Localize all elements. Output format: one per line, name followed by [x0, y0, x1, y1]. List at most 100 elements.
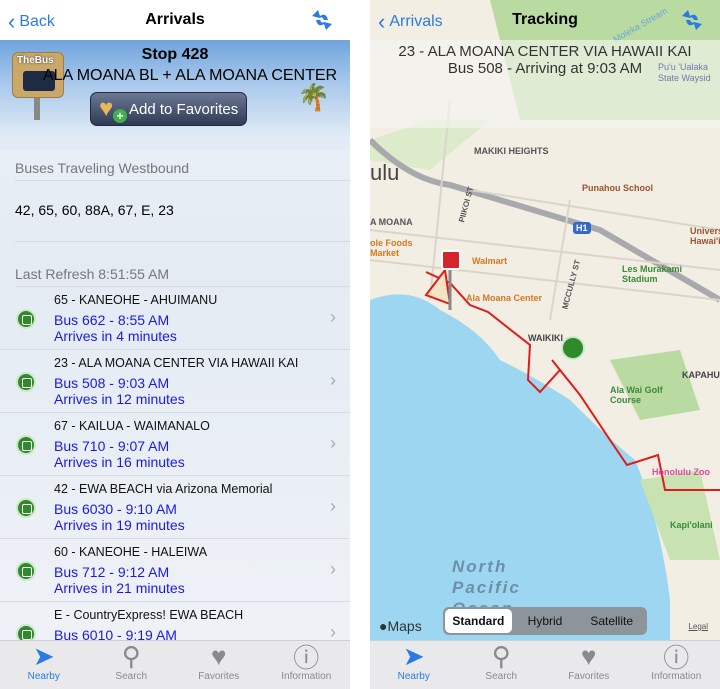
map-type-standard[interactable]: Standard [445, 609, 512, 633]
nav-bar: ‹ Back Arrivals [0, 0, 350, 40]
arrival-row[interactable]: 65 - KANEOHE - AHUIMANU Bus 662 - 8:55 A… [0, 287, 350, 350]
tracking-info: 23 - ALA MOANA CENTER VIA HAWAII KAI Bus… [370, 40, 720, 128]
refresh-icon[interactable] [308, 6, 336, 34]
arrival-row[interactable]: 42 - EWA BEACH via Arizona Memorial Bus … [0, 476, 350, 539]
bus-icon [16, 435, 36, 455]
arrival-row[interactable]: 67 - KAILUA - WAIMANALO Bus 710 - 9:07 A… [0, 413, 350, 476]
heart-icon: ♥ [211, 640, 227, 671]
bus-location-marker-icon[interactable] [561, 336, 585, 360]
tab-search[interactable]: ⚲ Search [458, 641, 546, 689]
back-button[interactable]: ‹ Back [8, 9, 55, 35]
tab-information[interactable]: ⓘ Information [263, 641, 351, 689]
map-label: Punahou School [582, 183, 653, 193]
legal-link[interactable]: Legal [688, 622, 708, 631]
map-type-selector: Standard Hybrid Satellite [443, 607, 647, 635]
tab-label: Favorites [198, 671, 240, 682]
tab-favorites[interactable]: ♥ Favorites [175, 641, 263, 689]
map-label: Kapi'olani [670, 520, 713, 530]
back-label: Back [19, 13, 55, 30]
map-label: MAKIKI HEIGHTS [474, 146, 549, 156]
arrival-bus-time: Bus 710 - 9:07 AM [54, 438, 170, 454]
info-icon: ⓘ [293, 642, 320, 673]
tracking-screen: MAKIKI HEIGHTS Punahou School ulu A MOAN… [370, 0, 720, 689]
heart-icon: ♥ [99, 95, 114, 122]
arrival-route: 23 - ALA MOANA CENTER VIA HAWAII KAI [54, 356, 299, 370]
heart-icon: ♥ [581, 640, 597, 671]
palm-tree-icon: 🌴 [297, 82, 330, 112]
tab-favorites[interactable]: ♥ Favorites [545, 641, 633, 689]
nav-title: Arrivals [145, 11, 205, 28]
map-label: Ala Moana Center [466, 293, 543, 303]
tab-nearby[interactable]: ➤ Nearby [0, 641, 88, 689]
back-label: Arrivals [389, 13, 443, 30]
bus-icon [16, 498, 36, 518]
tab-label: Nearby [397, 671, 430, 682]
map-label: Ala Wai Golf Course [610, 385, 663, 405]
bus-icon [16, 309, 36, 329]
arrival-route: 42 - EWA BEACH via Arizona Memorial [54, 482, 273, 496]
arrival-bus-time: Bus 712 - 9:12 AM [54, 564, 170, 580]
tab-nearby[interactable]: ➤ Nearby [370, 641, 458, 689]
last-refresh: Last Refresh 8:51:55 AM [15, 266, 170, 282]
chevron-right-icon: › [330, 433, 336, 453]
back-button[interactable]: ‹ Arrivals [378, 9, 443, 35]
arrival-route: E - CountryExpress! EWA BEACH [54, 608, 244, 622]
chevron-right-icon: › [330, 496, 336, 516]
map-label: ole Foods Market [370, 238, 413, 258]
bus-icon [16, 561, 36, 581]
arrivals-screen: ‹ Back Arrivals TheBus Stop 428 ALA MOANA… [0, 0, 350, 689]
add-to-favorites-button[interactable]: ♥ + Add to Favorites [90, 92, 247, 126]
favorites-label: Add to Favorites [129, 100, 239, 118]
arrival-bus-time: Bus 662 - 8:55 AM [54, 312, 170, 328]
routes-list: 42, 65, 60, 88A, 67, E, 23 [15, 202, 174, 218]
apple-maps-logo: ●Maps [379, 618, 422, 634]
tab-bar: ➤ Nearby ⚲ Search ♥ Favorites ⓘ Information [370, 640, 720, 689]
map-type-satellite[interactable]: Satellite [578, 609, 645, 633]
arrival-eta: Arrives in 21 minutes [54, 580, 185, 596]
search-icon: ⚲ [491, 640, 511, 671]
arrival-eta: Arrives in 4 minutes [54, 328, 177, 344]
plus-icon: + [113, 109, 127, 123]
tab-search[interactable]: ⚲ Search [88, 641, 176, 689]
arrival-route: 60 - KANEOHE - HALEIWA [54, 545, 208, 559]
tab-label: Information [281, 671, 332, 682]
maps-label: Maps [387, 618, 422, 634]
tab-label: Favorites [568, 671, 610, 682]
tab-bar: ➤ Nearby ⚲ Search ♥ Favorites ⓘ Information [0, 640, 350, 689]
tab-label: Search [485, 671, 518, 682]
chevron-left-icon: ‹ [378, 9, 386, 34]
chevron-right-icon: › [330, 559, 336, 579]
stop-header: TheBus Stop 428 ALA MOANA BL + ALA MOANA… [0, 40, 350, 150]
bus-stop-marker-icon[interactable] [441, 250, 461, 270]
tab-label: Information [651, 671, 702, 682]
map-label: Walmart [472, 256, 508, 266]
chevron-left-icon: ‹ [8, 9, 16, 34]
interstate-shield-icon: H1 [573, 222, 591, 234]
direction-header: Buses Traveling Westbound [15, 160, 190, 176]
bus-icon [16, 372, 36, 392]
map-label: Honolulu Zoo [652, 467, 710, 477]
stop-number: Stop 428 [141, 46, 209, 63]
arrival-eta: Arrives in 12 minutes [54, 391, 185, 407]
refresh-icon[interactable] [678, 6, 706, 34]
arrival-row[interactable]: 23 - ALA MOANA CENTER VIA HAWAII KAI Bus… [0, 350, 350, 413]
map-label: A MOANA [370, 217, 413, 227]
location-arrow-icon: ➤ [402, 640, 425, 671]
info-icon: ⓘ [663, 642, 690, 673]
arrival-row[interactable]: 60 - KANEOHE - HALEIWA Bus 712 - 9:12 AM… [0, 539, 350, 602]
map-label: Univers Hawai'i [690, 226, 720, 246]
tab-information[interactable]: ⓘ Information [633, 641, 720, 689]
search-icon: ⚲ [121, 640, 141, 671]
nav-bar: ‹ Arrivals Tracking [370, 0, 720, 40]
chevron-right-icon: › [330, 370, 336, 390]
location-arrow-icon: ➤ [32, 640, 55, 671]
arrival-eta: Arrives in 19 minutes [54, 517, 185, 533]
arrival-eta: Arrives in 16 minutes [54, 454, 185, 470]
arrival-route: 65 - KANEOHE - AHUIMANU [54, 293, 218, 307]
map-type-hybrid[interactable]: Hybrid [512, 609, 579, 633]
nav-title: Tracking [512, 11, 578, 28]
chevron-right-icon: › [330, 307, 336, 327]
tracking-route: 23 - ALA MOANA CENTER VIA HAWAII KAI [398, 43, 692, 60]
map-label: WAIKIKI [528, 333, 563, 343]
arrival-bus-time: Bus 508 - 9:03 AM [54, 375, 170, 391]
